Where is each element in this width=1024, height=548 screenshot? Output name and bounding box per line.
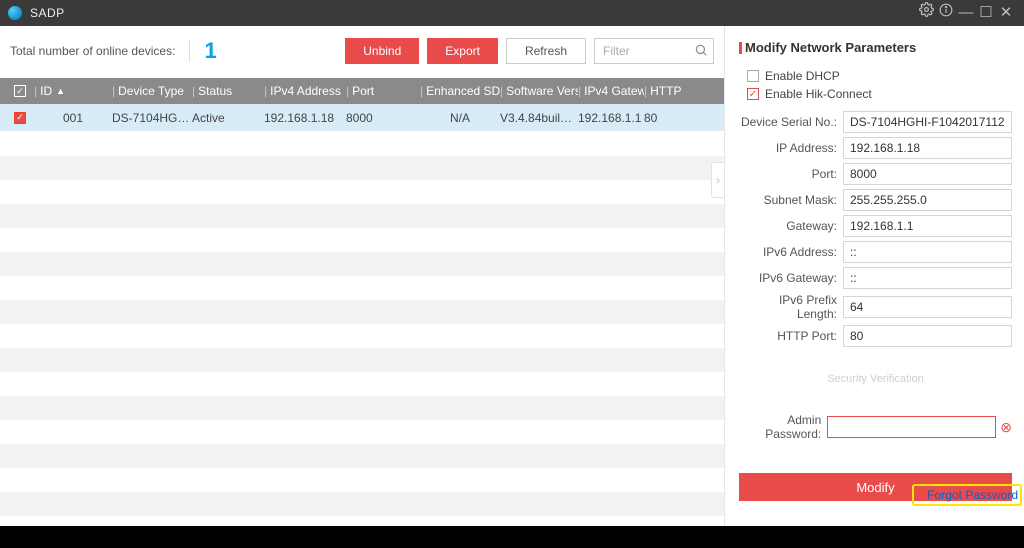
- cell-ipv4: 192.168.1.18: [264, 111, 346, 125]
- search-icon[interactable]: [694, 43, 708, 57]
- admin-password-input[interactable]: [827, 416, 996, 438]
- serial-label: Device Serial No.:: [739, 115, 843, 129]
- cell-id: 001: [34, 111, 112, 125]
- http-port-label: HTTP Port:: [739, 329, 843, 343]
- app-icon: [8, 6, 22, 20]
- ipv6-gateway-label: IPv6 Gateway:: [739, 271, 843, 285]
- ipv6-input[interactable]: [843, 241, 1012, 263]
- close-icon[interactable]: ✕: [996, 0, 1016, 26]
- modify-panel: Modify Network Parameters Enable DHCP ✓ …: [724, 26, 1024, 526]
- header-enhanced[interactable]: |Enhanced SD…: [420, 78, 500, 104]
- device-list-pane: Total number of online devices: 1 Unbind…: [0, 26, 724, 526]
- footer-bar: [0, 526, 1024, 548]
- mask-label: Subnet Mask:: [739, 193, 843, 207]
- enable-dhcp-checkbox[interactable]: [747, 70, 759, 82]
- admin-password-label: Admin Password:: [739, 413, 827, 441]
- select-all-checkbox[interactable]: ✓: [14, 85, 26, 97]
- export-button[interactable]: Export: [427, 38, 498, 64]
- port-input[interactable]: [843, 163, 1012, 185]
- error-icon: ⊗: [1000, 419, 1012, 436]
- panel-title: Modify Network Parameters: [739, 40, 1012, 55]
- header-id[interactable]: |ID▲: [34, 78, 112, 104]
- port-label: Port:: [739, 167, 843, 181]
- forgot-password-link[interactable]: Forgot Password: [927, 488, 1018, 502]
- gateway-input[interactable]: [843, 215, 1012, 237]
- header-port[interactable]: |Port: [346, 78, 420, 104]
- divider: [189, 40, 190, 62]
- header-version[interactable]: |Software Vers…: [500, 78, 578, 104]
- toolbar: Total number of online devices: 1 Unbind…: [0, 26, 724, 78]
- cell-version: V3.4.84build …: [500, 111, 578, 125]
- header-ipv4[interactable]: |IPv4 Address: [264, 78, 346, 104]
- mask-input[interactable]: [843, 189, 1012, 211]
- ipv6-label: IPv6 Address:: [739, 245, 843, 259]
- refresh-button[interactable]: Refresh: [506, 38, 586, 64]
- ip-label: IP Address:: [739, 141, 843, 155]
- gateway-label: Gateway:: [739, 219, 843, 233]
- security-verification-label: Security Verification: [739, 373, 1012, 385]
- maximize-icon[interactable]: ☐: [976, 0, 996, 26]
- cell-http: 80: [644, 111, 688, 125]
- header-http[interactable]: |HTTP: [644, 78, 688, 104]
- cell-port: 8000: [346, 111, 420, 125]
- http-port-input[interactable]: [843, 325, 1012, 347]
- row-checkbox[interactable]: ✓: [14, 112, 26, 124]
- ip-input[interactable]: [843, 137, 1012, 159]
- enable-hik-checkbox[interactable]: ✓: [747, 88, 759, 100]
- prefix-label: IPv6 Prefix Length:: [739, 293, 843, 321]
- serial-input[interactable]: [843, 111, 1012, 133]
- enable-hik-label: Enable Hik-Connect: [765, 87, 872, 101]
- unbind-button[interactable]: Unbind: [345, 38, 419, 64]
- app-title: SADP: [30, 6, 916, 20]
- cell-enhanced: N/A: [420, 111, 500, 125]
- header-device-type[interactable]: |Device Type: [112, 78, 192, 104]
- prefix-input[interactable]: [843, 296, 1012, 318]
- empty-rows: ›: [0, 132, 724, 526]
- info-icon[interactable]: [936, 0, 956, 26]
- enable-dhcp-label: Enable DHCP: [765, 69, 840, 83]
- gear-icon[interactable]: [916, 0, 936, 26]
- cell-gateway: 192.168.1.1: [578, 111, 644, 125]
- expand-panel-icon[interactable]: ›: [711, 162, 725, 198]
- ipv6-gateway-input[interactable]: [843, 267, 1012, 289]
- cell-device-type: DS-7104HGH…: [112, 111, 192, 125]
- total-label: Total number of online devices:: [10, 44, 175, 58]
- total-count: 1: [204, 38, 216, 64]
- header-gateway[interactable]: |IPv4 Gateway: [578, 78, 644, 104]
- table-header: ✓ |ID▲ |Device Type |Status |IPv4 Addres…: [0, 78, 724, 104]
- table-row[interactable]: ✓ 001 DS-7104HGH… Active 192.168.1.18 80…: [0, 104, 724, 132]
- cell-status: Active: [192, 111, 264, 125]
- minimize-icon[interactable]: —: [956, 0, 976, 26]
- titlebar: SADP — ☐ ✕: [0, 0, 1024, 26]
- header-status[interactable]: |Status: [192, 78, 264, 104]
